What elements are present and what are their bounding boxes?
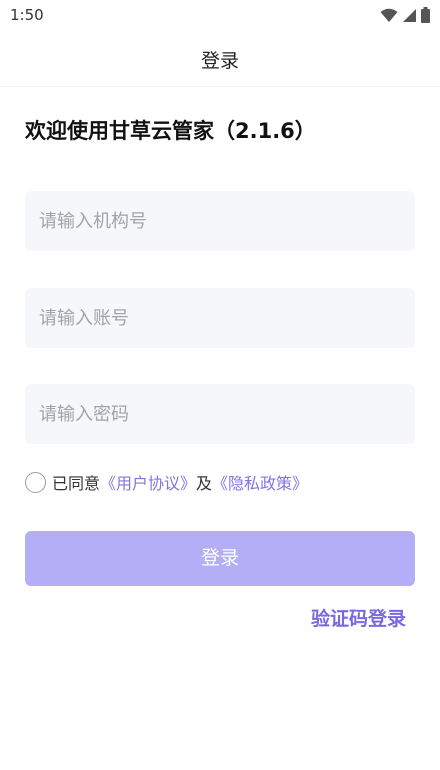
password-input[interactable] xyxy=(25,384,415,444)
agree-prefix: 已同意 xyxy=(52,474,101,493)
nav-bar: 登录 xyxy=(0,30,440,87)
privacy-policy-link[interactable]: 《隐私政策》 xyxy=(212,470,308,494)
page-title: 登录 xyxy=(200,50,239,72)
wifi-icon xyxy=(380,8,398,23)
password-field[interactable] xyxy=(25,384,415,444)
account-field[interactable] xyxy=(25,288,415,348)
agreement-row: 已同意 《用户协议》 及 《隐私政策》 xyxy=(25,469,308,495)
status-icons xyxy=(380,7,430,23)
status-bar: 1:50 xyxy=(0,0,440,30)
battery-icon xyxy=(421,7,430,23)
agree-conjunction: 及 xyxy=(196,474,213,493)
login-button[interactable]: 登录 xyxy=(25,531,415,586)
agree-checkbox[interactable] xyxy=(25,471,46,493)
org-number-field[interactable] xyxy=(25,191,415,251)
sms-login-link[interactable]: 验证码登录 xyxy=(311,604,406,631)
org-number-input[interactable] xyxy=(25,191,415,251)
welcome-heading: 欢迎使用甘草云管家（2.1.6） xyxy=(25,119,316,143)
user-agreement-link[interactable]: 《用户协议》 xyxy=(100,470,196,494)
account-input[interactable] xyxy=(25,288,415,348)
status-time: 1:50 xyxy=(10,6,44,24)
cellular-signal-icon xyxy=(402,8,417,23)
